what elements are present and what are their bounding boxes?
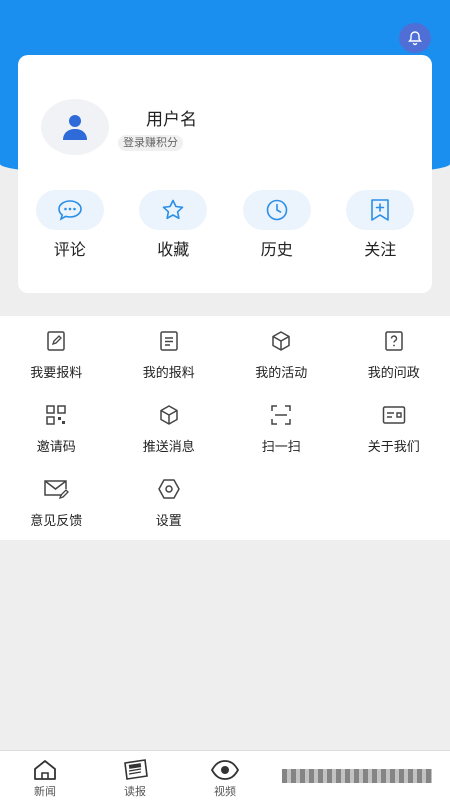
- menu-item-invite-code[interactable]: 邀请码: [0, 402, 113, 476]
- quick-action-comment[interactable]: 评论: [18, 190, 121, 260]
- quick-action-follow[interactable]: 关注: [329, 190, 432, 260]
- avatar[interactable]: [41, 99, 109, 155]
- cube-icon: [268, 328, 294, 354]
- hexagon-settings-icon: [156, 476, 182, 502]
- obscured-content: [282, 768, 432, 783]
- bell-icon: [407, 30, 423, 46]
- menu-item-my-tips[interactable]: 我的报料: [113, 328, 226, 402]
- menu-item-submit-tip[interactable]: 我要报料: [0, 328, 113, 402]
- quick-action-label: 关注: [364, 240, 397, 259]
- menu-label: 推送消息: [142, 440, 195, 455]
- notification-button[interactable]: [399, 23, 431, 53]
- edit-doc-icon: [43, 328, 69, 354]
- menu-label: 意见反馈: [30, 514, 83, 529]
- login-hint-badge[interactable]: 登录赚积分: [118, 135, 183, 151]
- cube-icon: [156, 402, 182, 428]
- menu-item-my-inquiries[interactable]: 我的问政: [338, 328, 450, 402]
- doc-icon: [156, 328, 182, 354]
- quick-action-label: 收藏: [157, 240, 190, 259]
- quick-action-label: 历史: [260, 240, 293, 259]
- menu-label: 设置: [155, 514, 182, 529]
- home-icon: [32, 759, 58, 781]
- menu-item-settings[interactable]: 设置: [113, 476, 226, 550]
- question-doc-icon: [381, 328, 407, 354]
- tab-news[interactable]: 新闻: [0, 751, 90, 800]
- scan-icon: [268, 402, 294, 428]
- tab-obscured[interactable]: [270, 751, 450, 800]
- menu-label: 我的报料: [142, 366, 195, 381]
- tab-label: 新闻: [34, 785, 56, 798]
- bookmark-plus-icon: [346, 190, 415, 230]
- id-card-icon: [381, 402, 407, 428]
- menu-label: 我的问政: [367, 366, 420, 381]
- menu-item-scan[interactable]: 扫一扫: [225, 402, 338, 476]
- menu-item-push-messages[interactable]: 推送消息: [113, 402, 226, 476]
- quick-action-favorites[interactable]: 收藏: [122, 190, 225, 260]
- qr-code-icon: [43, 402, 69, 428]
- clock-icon: [242, 190, 311, 230]
- profile-card: 用户名 登录赚积分 评论 收藏 历史 关注: [18, 55, 432, 293]
- menu-label: 我的活动: [255, 366, 308, 381]
- menu-item-feedback[interactable]: 意见反馈: [0, 476, 113, 550]
- star-icon: [139, 190, 208, 230]
- quick-action-history[interactable]: 历史: [225, 190, 328, 260]
- menu-panel: 我要报料 我的报料 我的活动 我的问政 邀请码 推送消息 扫一扫 关于我们 意见…: [0, 316, 450, 540]
- tab-label: 视频: [214, 785, 236, 798]
- menu-label: 邀请码: [36, 440, 76, 455]
- menu-grid: 我要报料 我的报料 我的活动 我的问政 邀请码 推送消息 扫一扫 关于我们 意见…: [0, 316, 450, 550]
- menu-label: 扫一扫: [261, 440, 301, 455]
- mail-edit-icon: [43, 476, 70, 502]
- tab-read-paper[interactable]: 读报: [90, 751, 180, 800]
- quick-action-label: 评论: [53, 240, 86, 259]
- quick-actions: 评论 收藏 历史 关注: [18, 190, 432, 260]
- newspaper-icon: [121, 759, 149, 781]
- menu-label: 关于我们: [367, 440, 420, 455]
- bottom-tab-bar: 新闻 读报 视频: [0, 750, 450, 800]
- menu-label: 我要报料: [30, 366, 83, 381]
- username[interactable]: 用户名: [146, 105, 197, 130]
- tab-label: 读报: [124, 785, 146, 798]
- menu-item-my-activities[interactable]: 我的活动: [225, 328, 338, 402]
- menu-item-about-us[interactable]: 关于我们: [338, 402, 450, 476]
- eye-icon: [210, 759, 240, 781]
- tab-video[interactable]: 视频: [180, 751, 270, 800]
- comment-icon: [35, 190, 104, 230]
- person-icon: [60, 113, 90, 141]
